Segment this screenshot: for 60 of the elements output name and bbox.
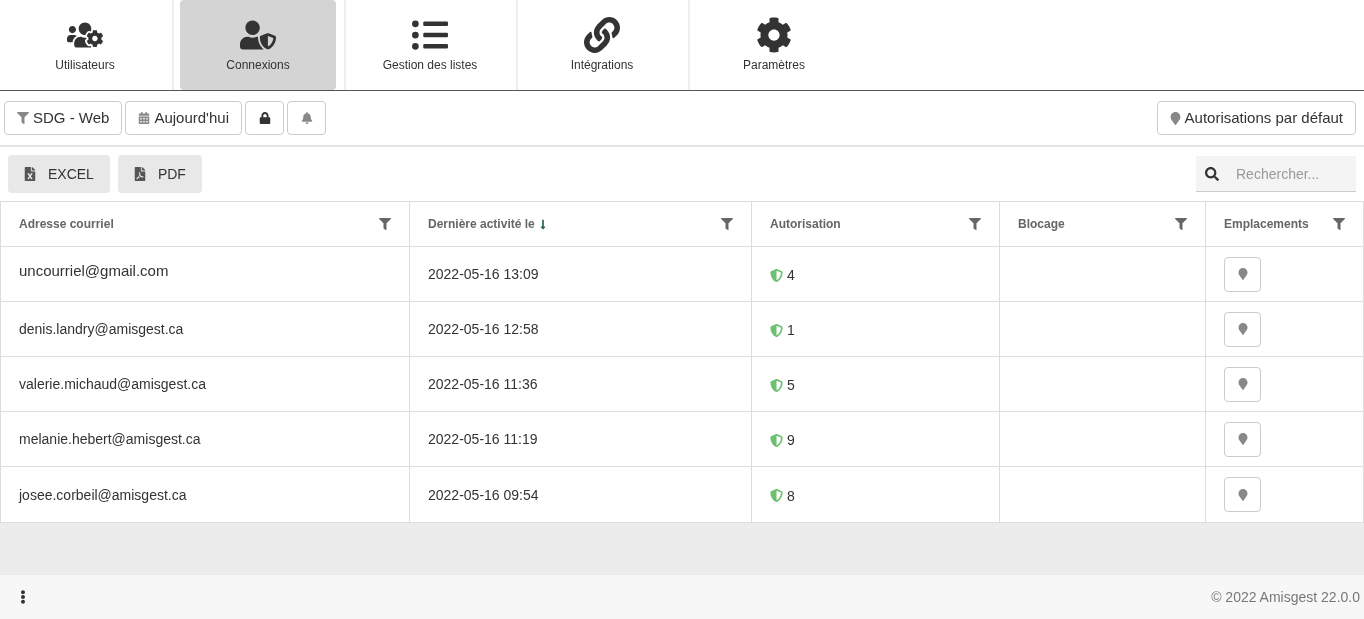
list-icon [412, 17, 448, 53]
authorization-count: 8 [787, 486, 795, 506]
export-button[interactable]: EXCEL [8, 155, 110, 193]
default-permissions-button[interactable]: Autorisations par défaut [1156, 101, 1356, 135]
calendar-icon [138, 112, 151, 124]
map-pin-icon [1237, 323, 1248, 335]
authorization-count: 4 [787, 266, 795, 285]
locations-button[interactable] [1224, 421, 1261, 457]
column-header[interactable]: Emplacements [1205, 202, 1363, 246]
map-pin-icon [1237, 433, 1248, 445]
locations-button[interactable] [1224, 311, 1261, 347]
column-header[interactable]: Blocage [999, 202, 1205, 246]
copyright-text: © 2022 Amisgest 22.0.0 [1211, 588, 1360, 607]
filter-icon[interactable] [721, 218, 733, 230]
excel-file-icon [24, 167, 36, 181]
locations-button[interactable] [1224, 366, 1261, 402]
lock-button[interactable] [245, 101, 284, 135]
activity-date-cell-text: 2022-05-16 09:54 [428, 485, 539, 505]
filter-icon [17, 112, 29, 124]
search-field[interactable]: Rechercher... [1196, 156, 1356, 192]
lock-icon [258, 112, 271, 124]
shield-check-icon [770, 378, 783, 392]
email-cell-text: denis.landry@amisgest.ca [19, 320, 184, 339]
toolbar-button[interactable]: Aujourd'hui [125, 101, 242, 135]
pdf-file-icon [133, 167, 146, 181]
filter-icon[interactable] [1175, 218, 1187, 230]
authorization-count: 9 [787, 431, 795, 450]
activity-date-cell-text: 2022-05-16 11:19 [428, 430, 538, 449]
filter-icon[interactable] [969, 218, 981, 230]
chain-link-icon [584, 17, 620, 53]
map-pin-icon [1169, 111, 1181, 125]
email-cell-text: josee.corbeil@amisgest.ca [19, 485, 187, 505]
shield-check-icon [770, 268, 783, 282]
filter-icon[interactable] [1333, 218, 1345, 230]
locations-button[interactable] [1224, 256, 1261, 292]
toolbar-button[interactable]: SDG - Web [4, 101, 123, 135]
export-button[interactable]: PDF [117, 155, 202, 193]
shield-check-icon [770, 323, 783, 337]
column-header[interactable]: Autorisation [751, 202, 999, 246]
search-icon [1205, 167, 1219, 181]
map-pin-icon [1237, 268, 1248, 280]
authorization-count: 5 [787, 376, 795, 395]
column-header[interactable]: Adresse courriel [1, 202, 409, 246]
email-cell-text: uncourriel@gmail.com [19, 260, 169, 281]
activity-date-cell-text: 2022-05-16 12:58 [428, 320, 539, 339]
bell-icon [300, 112, 313, 124]
map-pin-icon [1237, 488, 1248, 501]
shield-check-icon [770, 489, 783, 502]
locations-button[interactable] [1224, 477, 1261, 512]
settings-icon [756, 17, 792, 53]
activity-date-cell-text: 2022-05-16 11:36 [428, 375, 538, 394]
authorization-count: 1 [787, 321, 795, 340]
filter-icon[interactable] [379, 218, 391, 230]
email-cell-text: melanie.hebert@amisgest.ca [19, 430, 201, 449]
map-pin-icon [1237, 378, 1248, 390]
nav-tab[interactable]: Connexions [180, 0, 336, 90]
activity-date-cell-text: 2022-05-16 13:09 [428, 265, 539, 284]
column-header[interactable]: Dernière activité le [409, 202, 751, 246]
shield-check-icon [770, 433, 783, 447]
email-cell-text: valerie.michaud@amisgest.ca [19, 375, 206, 394]
